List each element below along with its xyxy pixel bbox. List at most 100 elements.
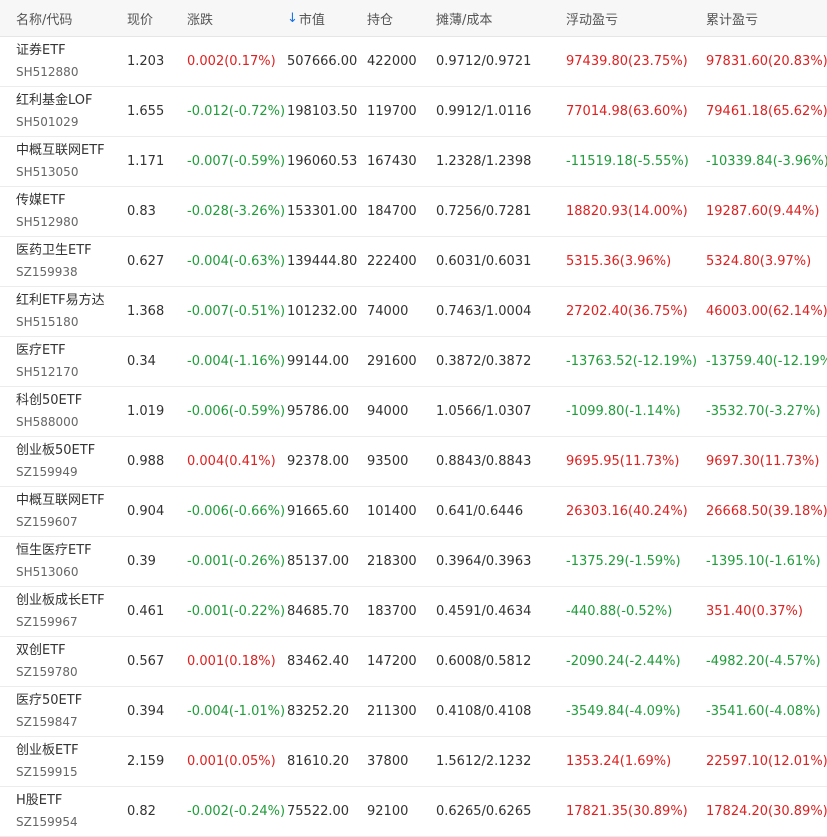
- market-value-cell: 507666.00: [287, 54, 358, 69]
- change-cell: -0.001(-0.26%): [187, 554, 286, 569]
- header-market-value[interactable]: ↓ 市值: [287, 0, 325, 36]
- float-pl-cell: 1353.24(1.69%): [566, 754, 672, 769]
- table-row[interactable]: 传媒ETF SH512980 0.83 -0.028(-3.26%) 153301.00…: [0, 187, 827, 237]
- header-holding[interactable]: 持仓: [367, 0, 393, 36]
- header-market-value-label: 市值: [298, 12, 325, 28]
- table-row[interactable]: 恒生医疗ETF SH513060 0.39 -0.001(-0.26%) 85137.0…: [0, 537, 827, 587]
- fund-code: SZ159915: [16, 765, 78, 779]
- market-value-cell: 99144.00: [287, 354, 350, 369]
- change-cell: -0.007(-0.51%): [187, 304, 286, 319]
- total-pl-cell: 46003.00(62.14%): [706, 304, 827, 319]
- holding-cell: 94000: [367, 404, 409, 419]
- table-row[interactable]: 红利基金LOF SH501029 1.655 -0.012(-0.72%) 198103…: [0, 87, 827, 137]
- fund-name[interactable]: 双创ETF: [16, 642, 66, 659]
- cost-cell: 0.4108/0.4108: [436, 704, 532, 719]
- change-cell: -0.001(-0.22%): [187, 604, 286, 619]
- table-row[interactable]: 证券ETF SH512880 1.203 0.002(0.17%) 507666.00 4…: [0, 37, 827, 87]
- table-row[interactable]: 创业板50ETF SZ159949 0.988 0.004(0.41%) 92378.0…: [0, 437, 827, 487]
- fund-name[interactable]: 恒生医疗ETF: [16, 542, 92, 559]
- fund-code: SH588000: [16, 415, 79, 429]
- holding-cell: 184700: [367, 204, 417, 219]
- float-pl-cell: -13763.52(-12.19%): [566, 354, 698, 369]
- fund-name[interactable]: 创业板成长ETF: [16, 592, 105, 609]
- fund-name[interactable]: 中概互联网ETF: [16, 142, 105, 159]
- fund-name[interactable]: 科创50ETF: [16, 392, 82, 409]
- float-pl-cell: 17821.35(30.89%): [566, 804, 688, 819]
- total-pl-cell: -3541.60(-4.08%): [706, 704, 821, 719]
- table-row[interactable]: 创业板成长ETF SZ159967 0.461 -0.001(-0.22%) 84685…: [0, 587, 827, 637]
- header-float-pl[interactable]: 浮动盈亏: [566, 0, 618, 36]
- fund-code: SZ159954: [16, 815, 78, 829]
- float-pl-cell: 27202.40(36.75%): [566, 304, 688, 319]
- table-row[interactable]: 医疗ETF SH512170 0.34 -0.004(-1.16%) 99144.00 2…: [0, 337, 827, 387]
- market-value-cell: 75522.00: [287, 804, 350, 819]
- fund-name[interactable]: 医疗ETF: [16, 342, 66, 359]
- market-value-cell: 95786.00: [287, 404, 350, 419]
- table-row[interactable]: 红利ETF易方达 SH515180 1.368 -0.007(-0.51%) 10123…: [0, 287, 827, 337]
- table-row[interactable]: 中概互联网ETF SZ159607 0.904 -0.006(-0.66%) 91665…: [0, 487, 827, 537]
- change-cell: 0.001(0.18%): [187, 654, 276, 669]
- table-row[interactable]: 医疗50ETF SZ159847 0.394 -0.004(-1.01%) 83252.…: [0, 687, 827, 737]
- table-row[interactable]: H股ETF SZ159954 0.82 -0.002(-0.24%) 75522.00 9…: [0, 787, 827, 837]
- fund-name[interactable]: 中概互联网ETF: [16, 492, 105, 509]
- name-code-cell: 恒生医疗ETF SH513060: [16, 537, 92, 586]
- market-value-cell: 92378.00: [287, 454, 350, 469]
- holding-cell: 147200: [367, 654, 417, 669]
- table-row[interactable]: 双创ETF SZ159780 0.567 0.001(0.18%) 83462.40 14…: [0, 637, 827, 687]
- header-total-pl[interactable]: 累计盈亏: [706, 0, 758, 36]
- fund-name[interactable]: 红利ETF易方达: [16, 292, 105, 309]
- float-pl-cell: 97439.80(23.75%): [566, 54, 688, 69]
- float-pl-cell: 18820.93(14.00%): [566, 204, 688, 219]
- price-cell: 2.159: [127, 754, 165, 769]
- fund-code: SZ159780: [16, 665, 78, 679]
- change-cell: 0.004(0.41%): [187, 454, 276, 469]
- price-cell: 0.394: [127, 704, 165, 719]
- fund-name[interactable]: 传媒ETF: [16, 192, 66, 209]
- fund-name[interactable]: 证券ETF: [16, 42, 66, 59]
- table-row[interactable]: 创业板ETF SZ159915 2.159 0.001(0.05%) 81610.20 3…: [0, 737, 827, 787]
- price-cell: 0.988: [127, 454, 165, 469]
- holding-cell: 183700: [367, 604, 417, 619]
- header-name-code[interactable]: 名称/代码: [16, 0, 72, 36]
- fund-name[interactable]: 医药卫生ETF: [16, 242, 92, 259]
- fund-name[interactable]: 医疗50ETF: [16, 692, 82, 709]
- name-code-cell: 证券ETF SH512880: [16, 37, 78, 86]
- market-value-cell: 85137.00: [287, 554, 350, 569]
- price-cell: 0.567: [127, 654, 165, 669]
- price-cell: 1.655: [127, 104, 165, 119]
- cost-cell: 0.7463/1.0004: [436, 304, 532, 319]
- name-code-cell: 医疗ETF SH512170: [16, 337, 78, 386]
- fund-name[interactable]: 创业板50ETF: [16, 442, 95, 459]
- holding-cell: 167430: [367, 154, 417, 169]
- change-cell: -0.007(-0.59%): [187, 154, 286, 169]
- cost-cell: 1.2328/1.2398: [436, 154, 532, 169]
- change-cell: -0.004(-1.01%): [187, 704, 286, 719]
- cost-cell: 0.6031/0.6031: [436, 254, 532, 269]
- table-body: 证券ETF SH512880 1.203 0.002(0.17%) 507666.00 4…: [0, 37, 827, 837]
- fund-name[interactable]: 红利基金LOF: [16, 92, 93, 109]
- name-code-cell: 创业板50ETF SZ159949: [16, 437, 95, 486]
- fund-code: SH513050: [16, 165, 79, 179]
- table-row[interactable]: 医药卫生ETF SZ159938 0.627 -0.004(-0.63%) 139444…: [0, 237, 827, 287]
- change-cell: 0.002(0.17%): [187, 54, 276, 69]
- header-cost[interactable]: 摊薄/成本: [436, 0, 492, 36]
- fund-code: SZ159607: [16, 515, 78, 529]
- total-pl-cell: -10339.84(-3.96%): [706, 154, 827, 169]
- cost-cell: 0.4591/0.4634: [436, 604, 532, 619]
- fund-name[interactable]: 创业板ETF: [16, 742, 79, 759]
- fund-name[interactable]: H股ETF: [16, 792, 62, 809]
- change-cell: -0.006(-0.66%): [187, 504, 286, 519]
- cost-cell: 0.8843/0.8843: [436, 454, 532, 469]
- header-price[interactable]: 现价: [127, 0, 153, 36]
- float-pl-cell: 77014.98(63.60%): [566, 104, 688, 119]
- holdings-table: 名称/代码 现价 涨跌 ↓ 市值 持仓 摊薄/成本 浮动盈亏 累计盈亏 证券ET…: [0, 0, 827, 837]
- total-pl-cell: -4982.20(-4.57%): [706, 654, 821, 669]
- table-row[interactable]: 科创50ETF SH588000 1.019 -0.006(-0.59%) 95786.…: [0, 387, 827, 437]
- float-pl-cell: -440.88(-0.52%): [566, 604, 673, 619]
- market-value-cell: 81610.20: [287, 754, 350, 769]
- cost-cell: 0.7256/0.7281: [436, 204, 532, 219]
- name-code-cell: 创业板ETF SZ159915: [16, 737, 79, 786]
- table-row[interactable]: 中概互联网ETF SH513050 1.171 -0.007(-0.59%) 19606…: [0, 137, 827, 187]
- header-change[interactable]: 涨跌: [187, 0, 213, 36]
- holding-cell: 222400: [367, 254, 417, 269]
